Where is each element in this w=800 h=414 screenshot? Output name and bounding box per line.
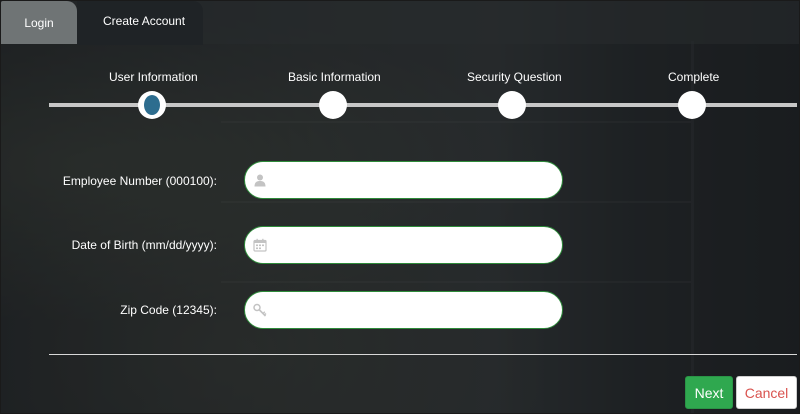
zip-code-label: Zip Code (12345): xyxy=(120,303,217,317)
next-button[interactable]: Next xyxy=(685,376,733,409)
step-label-complete: Complete xyxy=(668,70,720,84)
background-overlay xyxy=(1,1,799,413)
create-account-panel: Login Create Account User Information Ba… xyxy=(0,0,800,414)
date-of-birth-label: Date of Birth (mm/dd/yyyy): xyxy=(71,238,217,252)
active-step-dot xyxy=(144,95,160,115)
step-indicator-user-information xyxy=(138,91,166,119)
step-indicator-basic-information xyxy=(319,91,347,119)
date-of-birth-field[interactable] xyxy=(244,226,563,265)
step-indicator-complete xyxy=(678,91,706,119)
employee-number-input[interactable] xyxy=(277,162,551,200)
cancel-button[interactable]: Cancel xyxy=(736,376,797,409)
step-label-basic-information: Basic Information xyxy=(288,70,381,84)
tab-bar: Login Create Account xyxy=(1,1,799,45)
step-label-user-information: User Information xyxy=(109,70,198,84)
employee-number-label: Employee Number (000100): xyxy=(62,174,217,188)
calendar-icon xyxy=(253,238,267,252)
tab-login[interactable]: Login xyxy=(1,1,77,44)
zip-code-field[interactable] xyxy=(244,291,563,330)
step-indicator-security-question xyxy=(498,91,526,119)
date-of-birth-input[interactable] xyxy=(277,227,551,265)
divider xyxy=(49,354,797,355)
step-label-security-question: Security Question xyxy=(467,70,562,84)
tab-create-account-label: Create Account xyxy=(103,14,186,28)
key-icon xyxy=(253,303,267,317)
tab-login-label: Login xyxy=(24,15,54,30)
employee-number-field[interactable] xyxy=(244,161,563,200)
zip-code-input[interactable] xyxy=(277,292,551,330)
user-icon xyxy=(254,174,266,187)
tab-create-account[interactable]: Create Account xyxy=(77,1,203,45)
